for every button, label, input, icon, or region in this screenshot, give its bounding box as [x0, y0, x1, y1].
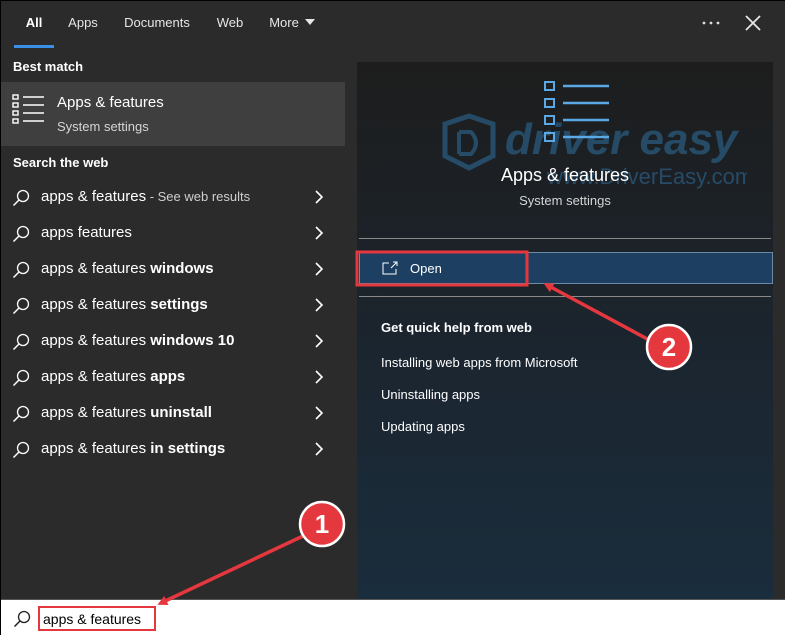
web-result-suggestion: windows 10 [150, 332, 235, 349]
web-result-query: apps & features [41, 440, 151, 457]
tab-more[interactable]: More [263, 1, 321, 49]
web-result-label: apps & features windows 10 [41, 332, 234, 349]
search-icon [13, 610, 31, 628]
preview-title: Apps & features [500, 165, 630, 185]
open-window-icon [382, 261, 398, 275]
search-tab-bar: All Apps Documents Web More [1, 1, 785, 49]
chevron-down-icon [304, 19, 315, 25]
web-result-query: apps & features [41, 188, 147, 205]
web-result-item[interactable]: apps & features windows [1, 251, 345, 287]
best-match-title: Apps & features [57, 94, 164, 111]
best-match-subtitle: System settings [57, 119, 149, 134]
help-link-install[interactable]: Installing web apps from Microsoft [381, 355, 578, 370]
open-button[interactable]: Open [359, 252, 773, 284]
ellipsis-icon[interactable] [699, 9, 723, 37]
chevron-right-icon[interactable] [314, 226, 324, 240]
help-link-update[interactable]: Updating apps [381, 419, 465, 434]
web-result-label: apps & features apps [41, 368, 185, 385]
chevron-right-icon[interactable] [314, 442, 324, 456]
web-result-label: apps & features uninstall [41, 404, 212, 421]
chevron-right-icon[interactable] [314, 370, 324, 384]
web-result-query: apps & features [41, 368, 151, 385]
web-result-item[interactable]: apps & features settings [1, 287, 345, 323]
web-result-query: apps & features [41, 296, 151, 313]
web-result-label: apps & features windows [41, 260, 214, 277]
apps-features-large-icon [544, 81, 609, 142]
web-result-suggestion: uninstall [150, 404, 212, 421]
best-match-heading: Best match [13, 59, 84, 74]
search-icon [12, 369, 30, 387]
tab-documents[interactable]: Documents [118, 1, 196, 49]
chevron-right-icon[interactable] [314, 406, 324, 420]
results-list-pane: Best match Apps & features System settin… [1, 49, 345, 599]
web-result-label: apps & features settings [41, 296, 208, 313]
close-icon[interactable] [739, 9, 767, 37]
web-result-item[interactable]: apps features [1, 215, 345, 251]
chevron-right-icon[interactable] [314, 334, 324, 348]
help-link-uninstall[interactable]: Uninstalling apps [381, 387, 480, 402]
quick-help-heading: Get quick help from web [381, 320, 532, 335]
chevron-right-icon[interactable] [314, 190, 324, 204]
search-icon [12, 189, 30, 207]
chevron-right-icon[interactable] [314, 298, 324, 312]
web-result-query: apps & features [41, 332, 151, 349]
web-result-query: apps & features [41, 260, 151, 277]
apps-features-list-icon [12, 94, 44, 124]
search-icon [12, 441, 30, 459]
search-web-heading: Search the web [13, 155, 109, 170]
search-icon [12, 333, 30, 351]
web-result-query: apps features [41, 224, 132, 241]
web-result-item[interactable]: apps & features uninstall [1, 395, 345, 431]
search-icon [12, 225, 30, 243]
open-label: Open [410, 261, 442, 276]
web-result-label: apps & features - See web results [41, 188, 250, 205]
active-tab-indicator [14, 45, 54, 48]
search-bar [1, 599, 785, 635]
web-result-hint: - See web results [146, 189, 251, 204]
web-result-suggestion: in settings [150, 440, 226, 457]
web-result-suggestion: apps [150, 368, 186, 385]
web-result-item[interactable]: apps & features apps [1, 359, 345, 395]
divider [359, 296, 771, 297]
tab-all[interactable]: All [14, 1, 54, 49]
search-icon [12, 405, 30, 423]
web-result-item[interactable]: apps & features in settings [1, 431, 345, 467]
web-result-label: apps features [41, 224, 132, 241]
web-result-query: apps & features [41, 404, 151, 421]
tab-web[interactable]: Web [211, 1, 249, 49]
chevron-right-icon[interactable] [314, 262, 324, 276]
preview-subtitle: System settings [519, 193, 611, 208]
web-result-item[interactable]: apps & features - See web results [1, 179, 345, 215]
watermark-text: driver easy [505, 115, 740, 164]
best-match-item[interactable]: Apps & features System settings [1, 82, 345, 146]
web-result-suggestion: windows [150, 260, 214, 277]
web-result-item[interactable]: apps & features windows 10 [1, 323, 345, 359]
web-result-label: apps & features in settings [41, 440, 225, 457]
search-icon [12, 297, 30, 315]
web-result-suggestion: settings [150, 296, 208, 313]
search-window: All Apps Documents Web More Best match A… [0, 0, 785, 635]
preview-pane: driver easy www.DriverEasy.com Apps & fe… [345, 49, 785, 599]
divider [359, 238, 771, 239]
search-input[interactable] [38, 606, 156, 631]
search-icon [12, 261, 30, 279]
tab-apps[interactable]: Apps [63, 1, 103, 49]
preview-card: driver easy www.DriverEasy.com Apps & fe… [357, 62, 773, 599]
